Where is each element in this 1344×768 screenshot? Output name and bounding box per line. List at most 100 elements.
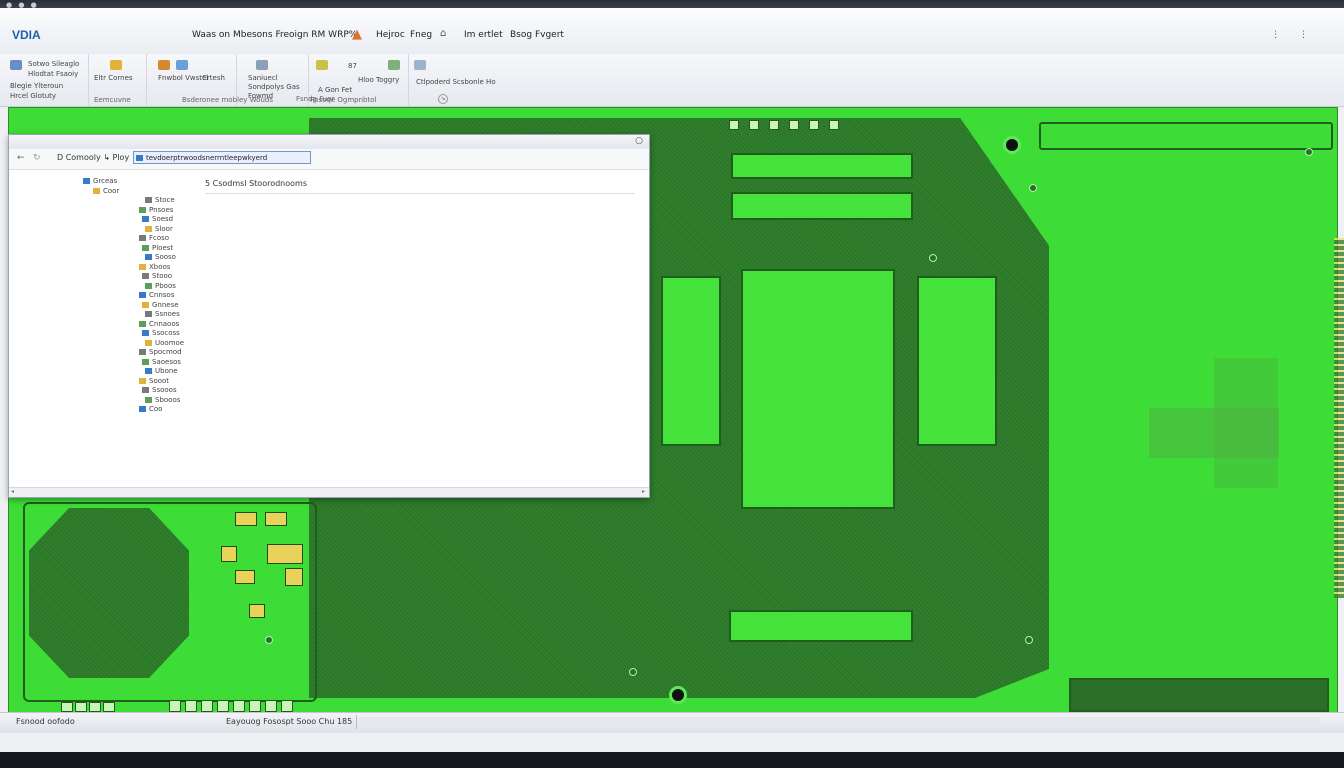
folder-icon [142, 330, 149, 336]
grid-icon[interactable] [256, 60, 268, 70]
tree-node[interactable]: Soesd [142, 215, 173, 224]
tree-node-label: Ssocoss [152, 329, 180, 337]
folder-icon [145, 197, 152, 203]
back-icon[interactable]: ← [17, 153, 25, 163]
ribbon-button[interactable]: Fnwbol Vwstel [158, 74, 208, 83]
application-window: VDIA Waas on Mbesons Freoign RM WRP% ▲ H… [0, 8, 1344, 752]
close-icon[interactable]: ○ [635, 136, 643, 146]
folder-icon[interactable] [110, 60, 122, 70]
ribbon-button[interactable]: Hlodtat Fsaoiy [28, 70, 78, 79]
board-outline-trace [23, 502, 317, 702]
right-pin-header [917, 276, 997, 446]
ribbon-button[interactable]: Hloo Toggry [358, 76, 399, 85]
tree-node[interactable]: Fcoso [139, 234, 169, 243]
tree-node[interactable]: Xboos [139, 263, 170, 272]
tree-node-label: Cnnaoos [149, 319, 180, 328]
horizontal-scrollbar[interactable]: ◂ ▸ [9, 487, 649, 497]
pin [89, 702, 101, 712]
right-ruler [1334, 238, 1344, 598]
tree-node[interactable]: Pboos [145, 282, 176, 291]
shapes-icon[interactable] [176, 60, 188, 70]
tree-node[interactable]: Stooo [142, 272, 172, 281]
breadcrumb[interactable]: D Comooly ↳ Ploy [57, 153, 129, 162]
pad [221, 546, 237, 562]
tree-node[interactable]: Ssocoss [142, 329, 180, 338]
pin [61, 702, 73, 712]
explorer-title-bar: ○ [9, 135, 649, 150]
refresh-icon[interactable]: ↻ [33, 153, 41, 163]
pad [235, 570, 255, 584]
menu-item-0[interactable]: Hejroc [376, 30, 405, 40]
top-connector-2 [731, 192, 913, 220]
ribbon-button[interactable]: Ctlpoderd Scsbonle Ho [416, 78, 496, 87]
menu-item-2[interactable]: Im ertlet [464, 30, 503, 40]
pin [233, 700, 245, 712]
ribbon-button[interactable]: Crtesh [202, 74, 225, 83]
tree-node[interactable]: Pnsoes [139, 206, 173, 215]
tree-node[interactable]: Ubone [145, 367, 178, 376]
tree-node[interactable]: Uoomoe [145, 339, 184, 348]
settings-icon[interactable] [414, 60, 426, 70]
layers-icon[interactable] [158, 60, 170, 70]
path-input[interactable]: tevdoerptrwoodsnerrntleepwkyerd [133, 151, 311, 164]
menu-item-3[interactable]: Bsog Fvgert [510, 30, 564, 40]
ribbon-button[interactable]: 87 [348, 62, 357, 71]
tree-node-label: Uoomoe [155, 338, 185, 347]
tree-node[interactable]: Coo [139, 405, 162, 414]
menu-item-1[interactable]: Fneg [410, 30, 432, 40]
folder-icon [145, 396, 152, 403]
shape-icon[interactable] [388, 60, 400, 70]
ribbon-toolbar: Sotwo Sileaglo Hlodtat Fsaoiy Blegie Ylt… [0, 54, 1344, 107]
tree-node[interactable]: Sooot [139, 377, 169, 386]
open-icon[interactable] [10, 60, 22, 70]
folder-icon [83, 178, 90, 184]
folder-icon [93, 187, 100, 194]
tree-node-label: Ploest [152, 243, 174, 252]
pin [169, 700, 181, 712]
tree-node[interactable]: Spocmod [139, 348, 182, 357]
tree-node[interactable]: Coor [93, 187, 119, 196]
tree-node[interactable]: Grceas [83, 177, 117, 186]
folder-icon [139, 206, 146, 213]
pin [249, 700, 261, 712]
tree-node-label: Cnnsos [149, 291, 175, 299]
book-icon[interactable]: ⌂ [440, 28, 446, 39]
top-right-trace [1039, 122, 1333, 150]
ribbon-button[interactable]: Hrcel Glotuty [10, 92, 56, 101]
folder-icon [142, 244, 149, 251]
folder-icon [136, 155, 143, 161]
scroll-right-icon[interactable]: ▸ [642, 488, 645, 495]
tree-node[interactable]: Stoce [145, 196, 175, 205]
ribbon-button[interactable]: Sotwo Sileaglo [28, 60, 79, 69]
tree-node[interactable]: Sooso [145, 253, 176, 262]
tree-node[interactable]: Ssnoes [145, 310, 180, 319]
ribbon-button[interactable]: Blegie Ylteroun [10, 82, 63, 91]
faded-block-2 [1214, 358, 1278, 488]
pin [809, 120, 819, 130]
tree-node[interactable]: Ssooos [142, 386, 177, 395]
tree-node[interactable]: Sloor [145, 225, 173, 234]
ribbon-group-0: Sotwo Sileaglo Hlodtat Fsaoiy Blegie Ylt… [0, 54, 89, 106]
ribbon-button[interactable]: A Gon Fet [318, 86, 352, 95]
app-logo: VDIA [12, 28, 41, 42]
scroll-left-icon[interactable]: ◂ [11, 488, 14, 495]
via [629, 668, 637, 676]
tree-node-label: Sbooos [155, 395, 181, 404]
ribbon-launcher-icon[interactable]: ↘ [438, 94, 448, 104]
ribbon-button[interactable]: Eltr Cornes [94, 74, 133, 83]
via [1305, 148, 1313, 156]
tree-node[interactable]: Gnnese [142, 301, 179, 310]
pen-icon[interactable] [316, 60, 328, 70]
tree-node-label: Sooso [155, 253, 176, 261]
tree-node[interactable]: Cnnaoos [139, 320, 179, 329]
ribbon-group-2: Fnwbol Vwstel Crtesh Bsderonee mobley Wo… [146, 54, 273, 106]
tree-node[interactable]: Cnnsos [139, 291, 174, 300]
ribbon-group-footer: Fsndp Fuor [296, 95, 335, 103]
folder-icon [145, 225, 152, 232]
tree-node[interactable]: Sbooos [145, 396, 180, 405]
pin [201, 700, 213, 712]
window-controls[interactable]: ⋮ ⋮ [1271, 30, 1316, 40]
tree-node[interactable]: Ploest [142, 244, 173, 253]
tree-node[interactable]: Saoesos [142, 358, 181, 367]
folder-icon [142, 273, 149, 279]
